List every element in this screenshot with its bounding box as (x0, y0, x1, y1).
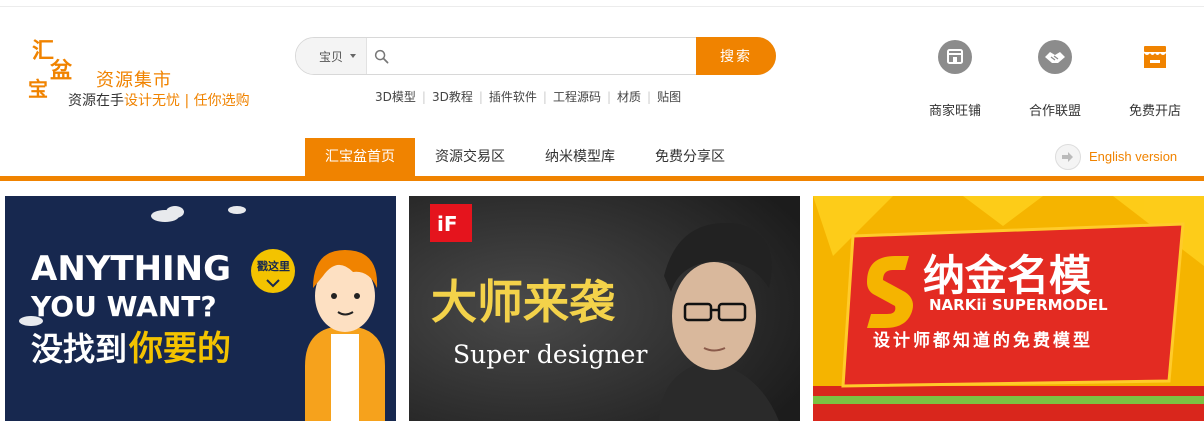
nav-item-model-library[interactable]: 纳米模型库 (530, 138, 630, 176)
banner-3-tagline: 设计师都知道的免费模型 (873, 330, 1093, 351)
search-type-label: 宝贝 (319, 50, 344, 64)
hot-links: 3D模型 | 3D教程 | 插件软件 | 工程源码 | 材质 | 贴图 (369, 88, 687, 105)
banner-1-cn-part2: 你要的 (128, 329, 231, 369)
logo-tagline: 资源在手设计无忧 | 任你选购 (68, 90, 250, 110)
logo-title: 资源集市 (96, 70, 172, 91)
hot-link-materials[interactable]: 材质 (611, 90, 647, 104)
tagline-part1: 资源在手 (68, 93, 124, 109)
hot-link-3d-model[interactable]: 3D模型 (369, 90, 422, 104)
banner-1-line2: YOU WANT? (30, 290, 217, 323)
arrow-right-icon (1055, 144, 1081, 170)
banner-3-brand-en: NARKii SUPERMODEL (929, 296, 1108, 314)
handshake-icon (1038, 40, 1072, 74)
main-nav: 汇宝盆首页 资源交易区 纳米模型库 免费分享区 (0, 138, 1204, 176)
banner-3-art: 纳金名模 NARKii SUPERMODEL 设计师都知道的免费模型 (813, 196, 1204, 421)
banner-2-subtitle: Super designer (453, 340, 647, 369)
hot-link-source-code[interactable]: 工程源码 (547, 90, 607, 104)
shortcut-shop-label: 商家旺铺 (928, 104, 981, 119)
nav-item-trading[interactable]: 资源交易区 (420, 138, 520, 176)
site-logo[interactable]: 汇 盆 宝 资源集市 资源在手设计无忧 | 任你选购 (26, 36, 276, 109)
shortcut-shop[interactable]: 商家旺铺 (915, 40, 995, 119)
nav-underline (0, 176, 1204, 181)
search-bar: 宝贝 搜索 (295, 37, 776, 75)
store-icon (1138, 40, 1172, 74)
hot-link-plugins[interactable]: 插件软件 (483, 90, 543, 104)
banner-narkii-supermodel[interactable]: 纳金名模 NARKii SUPERMODEL 设计师都知道的免费模型 (813, 196, 1204, 421)
top-divider (0, 6, 1204, 7)
tagline-part2: 设计无忧 | 任你选购 (124, 93, 250, 109)
search-type-dropdown[interactable]: 宝贝 (296, 38, 367, 74)
hot-link-textures[interactable]: 贴图 (651, 90, 687, 104)
search-button[interactable]: 搜索 (696, 37, 776, 75)
banner-2-art: iF 大师来袭 Super designer (409, 196, 800, 421)
svg-text:宝: 宝 (28, 77, 48, 100)
shortcut-open-store-label: 免费开店 (1128, 104, 1181, 119)
svg-text:盆: 盆 (50, 58, 73, 84)
banner-anything-you-want[interactable]: ANYTHING YOU WANT? 没找到 你要的 戳这里 (5, 196, 396, 421)
nav-item-free-share[interactable]: 免费分享区 (640, 138, 740, 176)
hot-link-3d-tutorial[interactable]: 3D教程 (426, 90, 479, 104)
search-input[interactable] (396, 44, 690, 70)
shortcut-alliance[interactable]: 合作联盟 (1015, 40, 1095, 119)
nav-item-home[interactable]: 汇宝盆首页 (305, 138, 415, 176)
banner-1-line1: ANYTHING (31, 249, 231, 289)
shop-icon (938, 40, 972, 74)
banner-super-designer[interactable]: iF 大师来袭 Super designer (409, 196, 800, 421)
banner-2-if-badge: iF (437, 212, 458, 236)
caret-down-icon (350, 54, 356, 58)
banner-3-brand-cn: 纳金名模 (923, 251, 1091, 300)
shortcut-alliance-label: 合作联盟 (1028, 104, 1081, 119)
banner-2-title: 大师来袭 (431, 275, 616, 329)
shortcut-open-store[interactable]: 免费开店 (1115, 40, 1195, 119)
banner-1-cn-part1: 没找到 (31, 330, 127, 368)
search-icon (374, 49, 389, 64)
english-version-label: English version (1089, 149, 1178, 164)
banner-1-badge: 戳这里 (257, 259, 290, 273)
banner-1-art: ANYTHING YOU WANT? 没找到 你要的 戳这里 (5, 196, 396, 421)
